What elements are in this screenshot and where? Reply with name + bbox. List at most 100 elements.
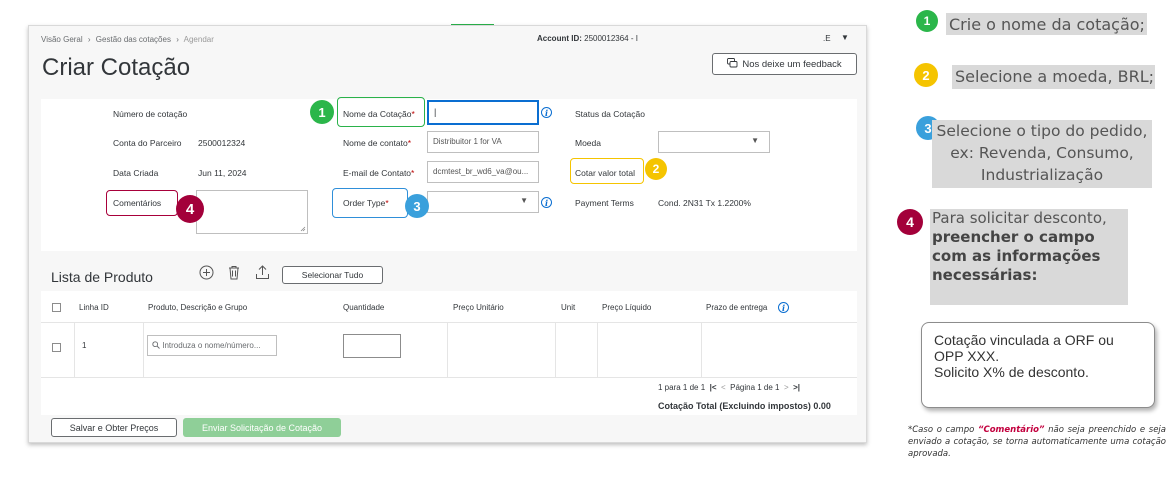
quote-total: Cotação Total (Excluindo impostos) 0.00 (658, 401, 831, 411)
quote-window: Visão Geral › Gestão das cotações › Agen… (28, 25, 867, 443)
annotation-marker-2: 2 (914, 63, 938, 87)
marker-4: 4 (176, 195, 204, 223)
footnote: *Caso o campo “Comentário” não seja pree… (908, 424, 1166, 460)
feedback-icon (727, 57, 738, 71)
account-selector[interactable]: Account ID: 2500012364 - I .E ▼ (537, 33, 857, 43)
select-all-checkbox[interactable] (52, 303, 61, 312)
chevron-down-icon: ▼ (751, 136, 759, 145)
product-search-input[interactable]: Introduza o nome/número... (147, 335, 277, 356)
table-header: Linha ID Produto, Descrição e Grupo Quan… (41, 291, 857, 323)
annotation-step4: Para solicitar desconto, preencher o cam… (932, 209, 1128, 285)
annotation-step1: Crie o nome da cotação; (949, 15, 1145, 34)
marker-1: 1 (310, 100, 334, 124)
annotation-marker-4: 4 (897, 209, 923, 235)
product-list-title: Lista de Produto (51, 269, 153, 285)
first-page-icon[interactable]: |< (710, 383, 717, 392)
contact-email-field[interactable]: dcmtest_br_wd6_va@ou... (427, 161, 539, 183)
currency-select[interactable]: ▼ (658, 131, 770, 153)
column-divider (74, 323, 75, 377)
contact-email-label: E-mail de Contato* (343, 168, 415, 178)
column-header-unit[interactable]: Unit (561, 303, 575, 312)
callout-line-1: Cotação vinculada a ORF ou OPP XXX. (934, 332, 1114, 364)
comment-example-callout: Cotação vinculada a ORF ou OPP XXX. Soli… (921, 322, 1155, 408)
breadcrumb: Visão Geral › Gestão das cotações › Agen… (41, 35, 217, 44)
column-header-quantity[interactable]: Quantidade (343, 303, 384, 312)
resize-handle-icon[interactable] (300, 226, 306, 232)
footnote-emphasis: “Comentário” (977, 425, 1045, 435)
feedback-button[interactable]: Nos deixe um feedback (712, 53, 857, 75)
marker-2: 2 (645, 158, 667, 180)
partner-account-label: Conta do Parceiro (113, 138, 182, 148)
account-suffix: .E (823, 34, 831, 43)
quote-header-form: Número de cotação Conta do Parceiro 2500… (41, 97, 857, 251)
info-icon[interactable]: i (541, 107, 552, 118)
quantity-input[interactable] (343, 334, 401, 358)
column-header-delivery-time[interactable]: Prazo de entrega (706, 303, 767, 312)
column-divider (447, 323, 448, 377)
add-icon[interactable] (199, 265, 214, 285)
pagination-page: Página 1 de 1 (730, 383, 780, 392)
column-divider (701, 323, 702, 377)
info-icon[interactable]: i (778, 302, 789, 313)
save-and-get-prices-button[interactable]: Salvar e Obter Preços (51, 418, 177, 437)
pagination: 1 para 1 de 1 |< < Página 1 de 1 > >| (658, 383, 800, 392)
annotation-step4-intro: Para solicitar desconto, (932, 209, 1107, 227)
contact-name-field[interactable]: Distribuitor 1 for VA (427, 131, 539, 153)
feedback-label: Nos deixe um feedback (742, 58, 842, 70)
column-header-product[interactable]: Produto, Descrição e Grupo (148, 303, 247, 312)
partner-account-value: 2500012324 (198, 138, 246, 148)
comments-label: Comentários (113, 198, 162, 208)
annotation-step3: Selecione o tipo do pedido, ex: Revenda,… (936, 122, 1148, 184)
created-date-value: Jun 11, 2024 (198, 168, 247, 178)
search-icon (152, 341, 160, 349)
quote-name-input[interactable]: | (427, 100, 539, 125)
column-divider (143, 323, 144, 377)
column-header-net-price[interactable]: Preço Líquido (602, 303, 651, 312)
annotation-marker-1: 1 (916, 10, 938, 32)
order-type-label: Order Type* (343, 198, 389, 208)
last-page-icon[interactable]: >| (793, 383, 800, 392)
info-icon[interactable]: i (541, 197, 552, 208)
upload-icon[interactable] (255, 265, 270, 285)
chevron-down-icon: ▼ (520, 196, 528, 205)
annotation-step2: Selecione a moeda, BRL; (955, 67, 1155, 86)
row-checkbox[interactable] (52, 343, 61, 352)
select-all-button[interactable]: Selecionar Tudo (282, 266, 383, 284)
quote-number-label: Número de cotação (113, 109, 188, 119)
contact-name-label: Nome de contato* (343, 138, 412, 148)
next-page-icon[interactable]: > (784, 383, 789, 392)
breadcrumb-separator: › (87, 35, 91, 44)
marker-3: 3 (405, 194, 429, 218)
payment-terms-value: Cond. 2N31 Tx 1.2200% (658, 198, 751, 208)
column-divider (555, 323, 556, 377)
order-type-select[interactable]: ▼ (427, 191, 539, 213)
breadcrumb-separator: › (176, 35, 179, 44)
trash-icon[interactable] (227, 265, 241, 285)
product-table: Linha ID Produto, Descrição e Grupo Quan… (41, 291, 857, 415)
payment-terms-label: Payment Terms (575, 198, 634, 208)
column-divider (597, 323, 598, 377)
column-header-unit-price[interactable]: Preço Unitário (453, 303, 504, 312)
breadcrumb-schedule: Agendar (183, 35, 214, 44)
row-line-id: 1 (82, 341, 87, 350)
column-header-line-id[interactable]: Linha ID (79, 303, 109, 312)
account-value: 2500012364 - I (584, 34, 638, 43)
account-label: Account ID: (537, 34, 582, 43)
quote-status-label: Status da Cotação (575, 109, 645, 119)
send-quote-request-button[interactable]: Enviar Solicitação de Cotação (183, 418, 341, 437)
comments-textarea[interactable] (196, 190, 308, 234)
breadcrumb-quote-management[interactable]: Gestão das cotações (96, 35, 171, 44)
pagination-range: 1 para 1 de 1 (658, 383, 706, 392)
annotation-step4-emphasis: preencher o campo com as informações nec… (932, 228, 1101, 284)
callout-line-2: Solicito X% de desconto. (934, 364, 1089, 380)
row-divider (41, 377, 857, 378)
chevron-down-icon[interactable]: ▼ (841, 33, 849, 42)
breadcrumb-overview[interactable]: Visão Geral (41, 35, 83, 44)
currency-label: Moeda (575, 138, 601, 148)
total-value-label: Cotar valor total (575, 168, 635, 178)
product-search-placeholder: Introduza o nome/número... (162, 341, 261, 350)
quote-name-label: Nome da Cotação* (343, 109, 415, 119)
created-date-label: Data Criada (113, 168, 159, 178)
footnote-text-a: *Caso o campo (908, 425, 978, 435)
prev-page-icon[interactable]: < (721, 383, 726, 392)
